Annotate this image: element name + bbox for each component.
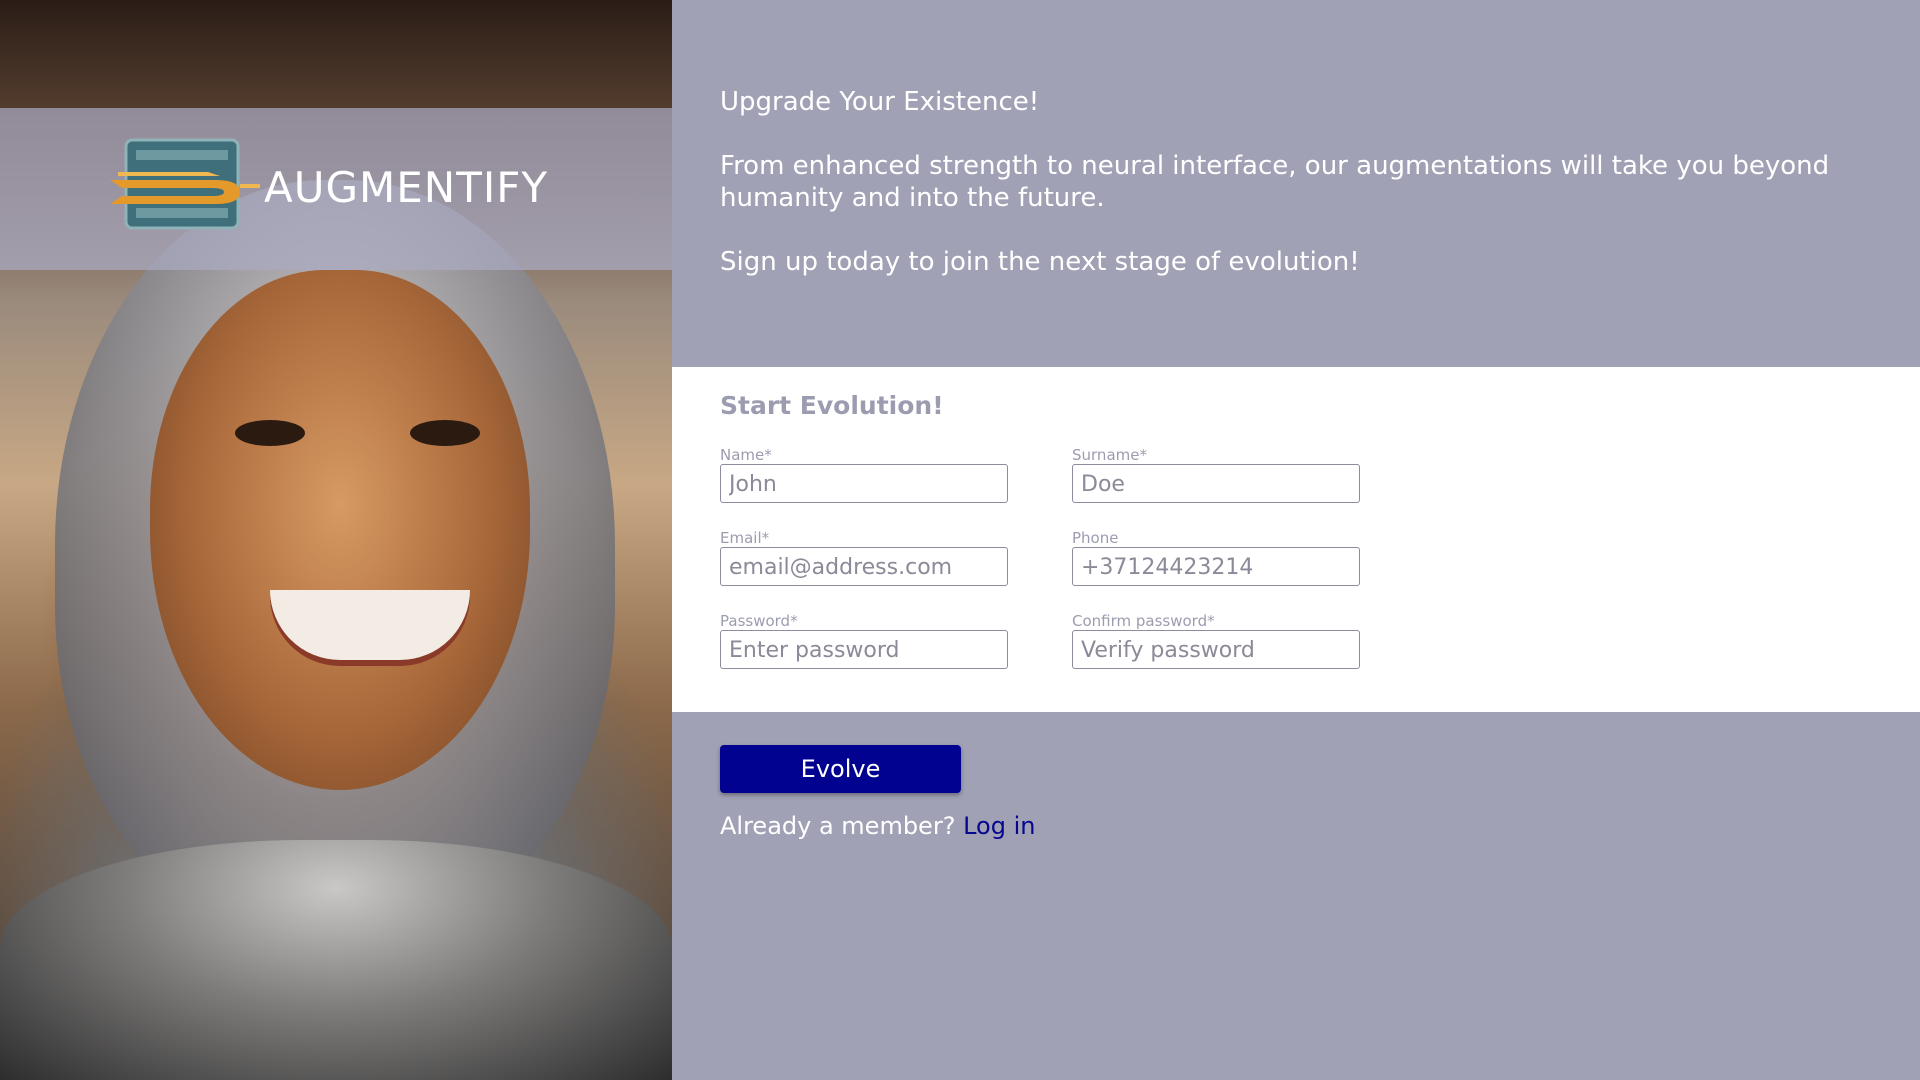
hero-image: AUGMENTIFY bbox=[0, 0, 672, 1080]
email-label: Email* bbox=[720, 529, 770, 547]
email-field-group: Email* bbox=[720, 529, 1008, 586]
form-title: Start Evolution! bbox=[720, 391, 944, 420]
confirm-password-input[interactable] bbox=[1072, 630, 1360, 669]
intro-section: Upgrade Your Existence! From enhanced st… bbox=[720, 86, 1880, 310]
augmentify-logo-icon bbox=[110, 138, 260, 230]
surname-field-group: Surname* bbox=[1072, 446, 1360, 503]
evolve-button[interactable]: Evolve bbox=[720, 745, 961, 793]
login-prompt: Already a member? Log in bbox=[720, 812, 1035, 840]
phone-label: Phone bbox=[1072, 529, 1119, 547]
confirm-password-label: Confirm password* bbox=[1072, 612, 1215, 630]
intro-cta: Sign up today to join the next stage of … bbox=[720, 247, 1360, 277]
password-label: Password* bbox=[720, 612, 798, 630]
signup-form: Start Evolution! Name* Surname* Email* P… bbox=[672, 367, 1920, 712]
member-text: Already a member? bbox=[720, 812, 956, 840]
name-field-group: Name* bbox=[720, 446, 1008, 503]
surname-label: Surname* bbox=[1072, 446, 1147, 464]
name-label: Name* bbox=[720, 446, 772, 464]
name-input[interactable] bbox=[720, 464, 1008, 503]
intro-headline: Upgrade Your Existence! bbox=[720, 87, 1040, 117]
hero-armor-collar bbox=[0, 840, 672, 1080]
hero-face bbox=[150, 270, 530, 790]
hero-eye-left bbox=[235, 420, 305, 446]
phone-field-group: Phone bbox=[1072, 529, 1360, 586]
hero-eye-right bbox=[410, 420, 480, 446]
phone-input[interactable] bbox=[1072, 547, 1360, 586]
signup-page: AUGMENTIFY Upgrade Your Existence! From … bbox=[0, 0, 1920, 1080]
password-field-group: Password* bbox=[720, 612, 1008, 669]
email-input[interactable] bbox=[720, 547, 1008, 586]
password-input[interactable] bbox=[720, 630, 1008, 669]
intro-body: From enhanced strength to neural interfa… bbox=[720, 151, 1830, 213]
surname-input[interactable] bbox=[1072, 464, 1360, 503]
confirm-password-field-group: Confirm password* bbox=[1072, 612, 1360, 669]
brand-name: AUGMENTIFY bbox=[264, 163, 549, 212]
login-link[interactable]: Log in bbox=[963, 812, 1035, 840]
